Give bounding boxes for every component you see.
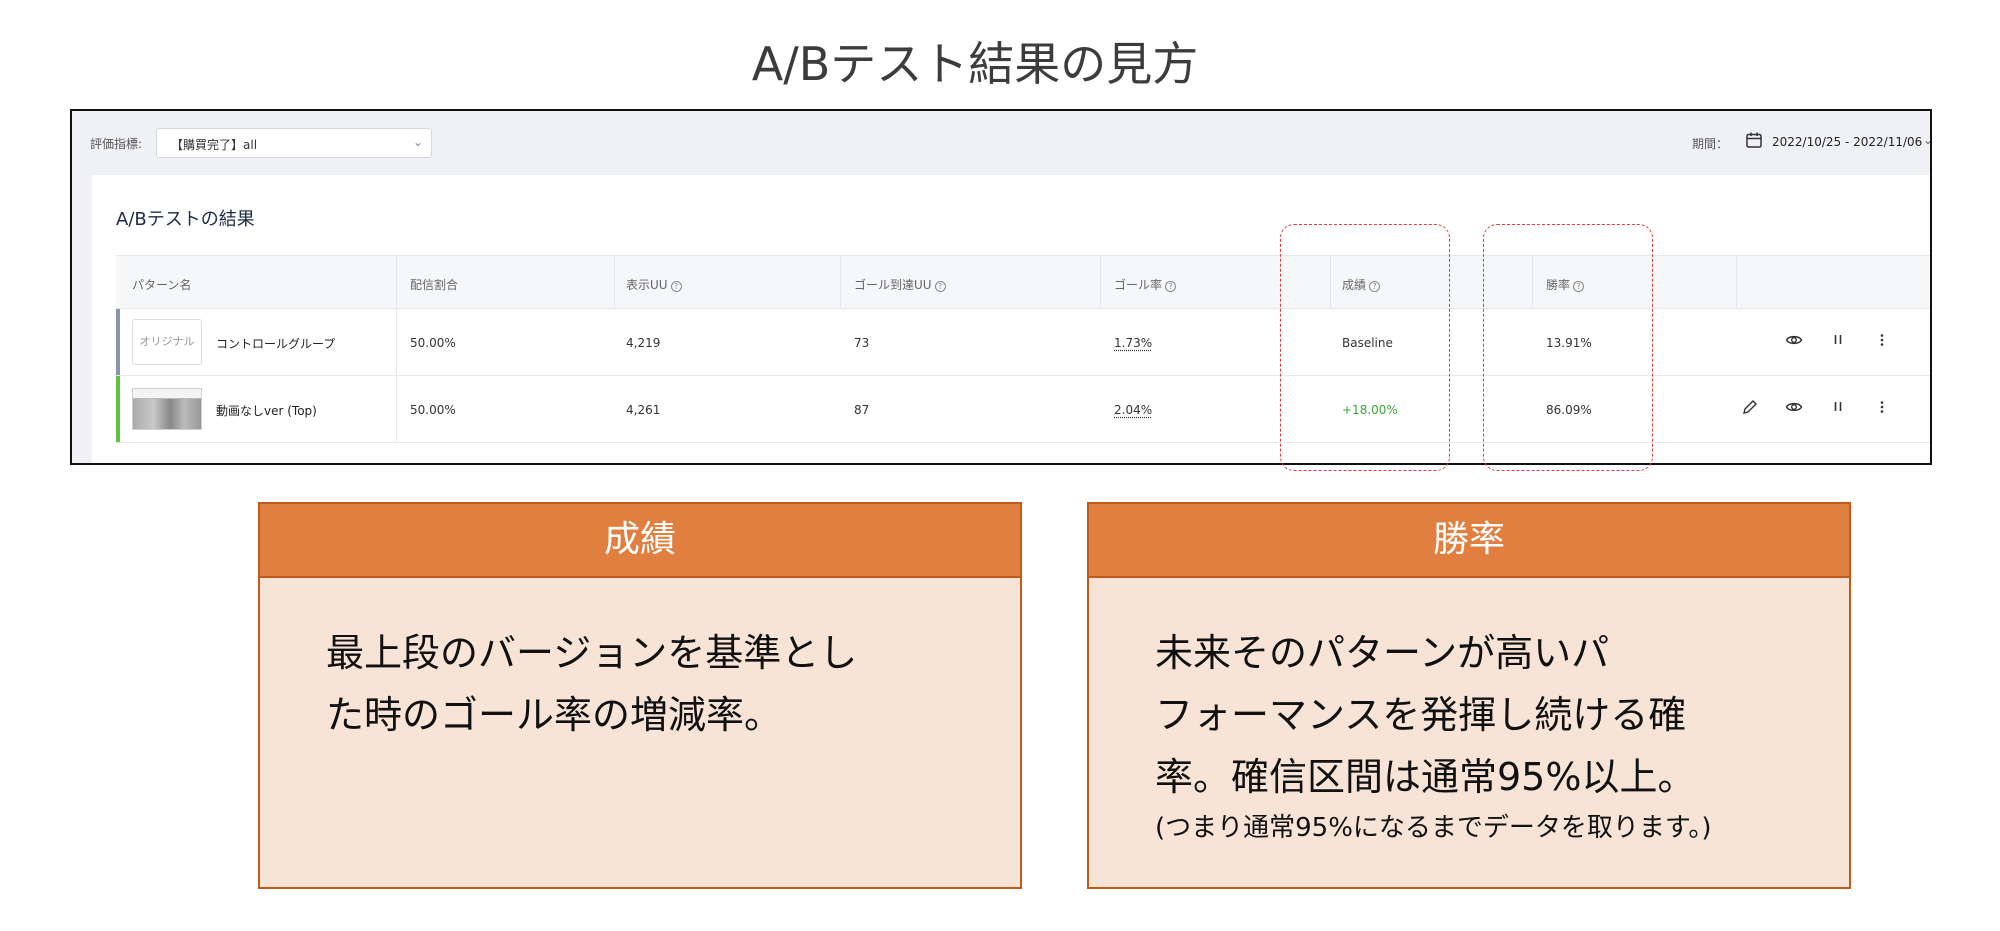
- column-header-pattern: パターン名: [132, 278, 192, 292]
- cell-share: 50.00%: [410, 403, 456, 417]
- filter-bar: 評価指標: 【購買完了】all ⌄ 期間： 2022/10/25 - 2022/…: [72, 111, 1930, 175]
- period-label: 期間：: [1692, 137, 1729, 151]
- metric-label: 評価指標:: [90, 137, 143, 151]
- score-column-highlight: [1280, 224, 1450, 471]
- more-icon[interactable]: [1872, 398, 1892, 418]
- help-icon[interactable]: ?: [934, 281, 946, 292]
- eye-icon[interactable]: [1784, 398, 1804, 418]
- win-rate-card-body: 未来そのパターンが高いパ フォーマンスを発揮し続ける確 率。確信区間は通常95%…: [1089, 578, 1849, 848]
- column-divider: [396, 256, 397, 308]
- pattern-thumbnail-image: [132, 388, 202, 430]
- score-card-line: 最上段のバージョンを基準とし: [326, 631, 858, 675]
- metric-select[interactable]: 【購買完了】all ⌄: [156, 128, 432, 158]
- chevron-down-icon: ⌄: [412, 135, 423, 149]
- cell-goal-rate[interactable]: 2.04%: [1114, 403, 1152, 417]
- column-divider: [1736, 256, 1737, 308]
- cell-goal-uu: 73: [854, 336, 870, 350]
- cell-uu: 4,261: [626, 403, 661, 417]
- metric-select-value: 【購買完了】all: [171, 138, 258, 152]
- row-color-bar: [116, 309, 120, 375]
- row-color-bar: [116, 376, 120, 442]
- column-header-uu: 表示UU?: [626, 276, 682, 293]
- more-icon[interactable]: [1872, 331, 1892, 351]
- column-divider: [614, 256, 615, 308]
- column-header-goal-rate: ゴール率?: [1114, 276, 1177, 293]
- cell-goal-rate[interactable]: 1.73%: [1114, 336, 1152, 350]
- score-card-body: 最上段のバージョンを基準とし た時のゴール率の増減率。: [260, 578, 1020, 746]
- help-icon[interactable]: ?: [1165, 281, 1177, 292]
- score-card-line: た時のゴール率の増減率。: [326, 693, 783, 737]
- help-icon[interactable]: ?: [670, 281, 682, 292]
- period-value[interactable]: 2022/10/25 - 2022/11/06: [1772, 135, 1922, 149]
- cell-goal-uu: 87: [854, 403, 870, 417]
- results-table: パターン名 配信割合 表示UU? ゴール到達UU? ゴール率? 成績? 勝率? …: [116, 255, 1930, 443]
- column-divider: [396, 309, 397, 375]
- win-rate-card-note: (つまり通常95%になるまでデータを取ります。): [1155, 813, 1712, 843]
- win-rate-card-line: 未来そのパターンが高いパ: [1155, 631, 1610, 675]
- pattern-name[interactable]: 動画なしver (Top): [216, 402, 317, 419]
- results-panel: A/Bテストの結果 パターン名 配信割合 表示UU? ゴール到達UU? ゴール率…: [92, 175, 1930, 463]
- cell-uu: 4,219: [626, 336, 661, 350]
- column-header-goal-uu: ゴール到達UU?: [854, 276, 946, 293]
- eye-icon[interactable]: [1784, 331, 1804, 351]
- pause-icon[interactable]: [1828, 331, 1848, 351]
- pause-icon[interactable]: [1828, 398, 1848, 418]
- column-divider: [396, 376, 397, 442]
- score-explanation-card: 成績 最上段のバージョンを基準とし た時のゴール率の増減率。: [258, 502, 1022, 889]
- table-row[interactable]: 動画なしver (Top) 50.00% 4,261 87 2.04% +18.…: [116, 376, 1930, 443]
- pattern-name[interactable]: コントロールグループ: [216, 335, 335, 352]
- chevron-down-icon[interactable]: ⌄: [1923, 133, 1930, 147]
- pattern-thumbnail: オリジナル: [132, 319, 202, 365]
- table-header: パターン名 配信割合 表示UU? ゴール到達UU? ゴール率? 成績? 勝率?: [116, 255, 1930, 309]
- score-card-title: 成績: [260, 504, 1020, 578]
- win-rate-card-line: フォーマンスを発揮し続ける確: [1155, 693, 1687, 737]
- results-title: A/Bテストの結果: [116, 209, 255, 230]
- pencil-icon[interactable]: [1740, 398, 1760, 418]
- table-row[interactable]: オリジナル コントロールグループ 50.00% 4,219 73 1.73% B…: [116, 309, 1930, 376]
- calendar-icon[interactable]: [1745, 131, 1763, 149]
- win-rate-explanation-card: 勝率 未来そのパターンが高いパ フォーマンスを発揮し続ける確 率。確信区間は通常…: [1087, 502, 1851, 889]
- column-divider: [840, 256, 841, 308]
- win-rate-column-highlight: [1483, 224, 1653, 471]
- win-rate-card-line: 率。確信区間は通常95%以上。: [1155, 755, 1696, 799]
- column-header-share: 配信割合: [410, 278, 459, 292]
- page-title: A/Bテスト結果の見方: [751, 37, 1199, 91]
- cell-share: 50.00%: [410, 336, 456, 350]
- win-rate-card-title: 勝率: [1089, 504, 1849, 578]
- column-divider: [1100, 256, 1101, 308]
